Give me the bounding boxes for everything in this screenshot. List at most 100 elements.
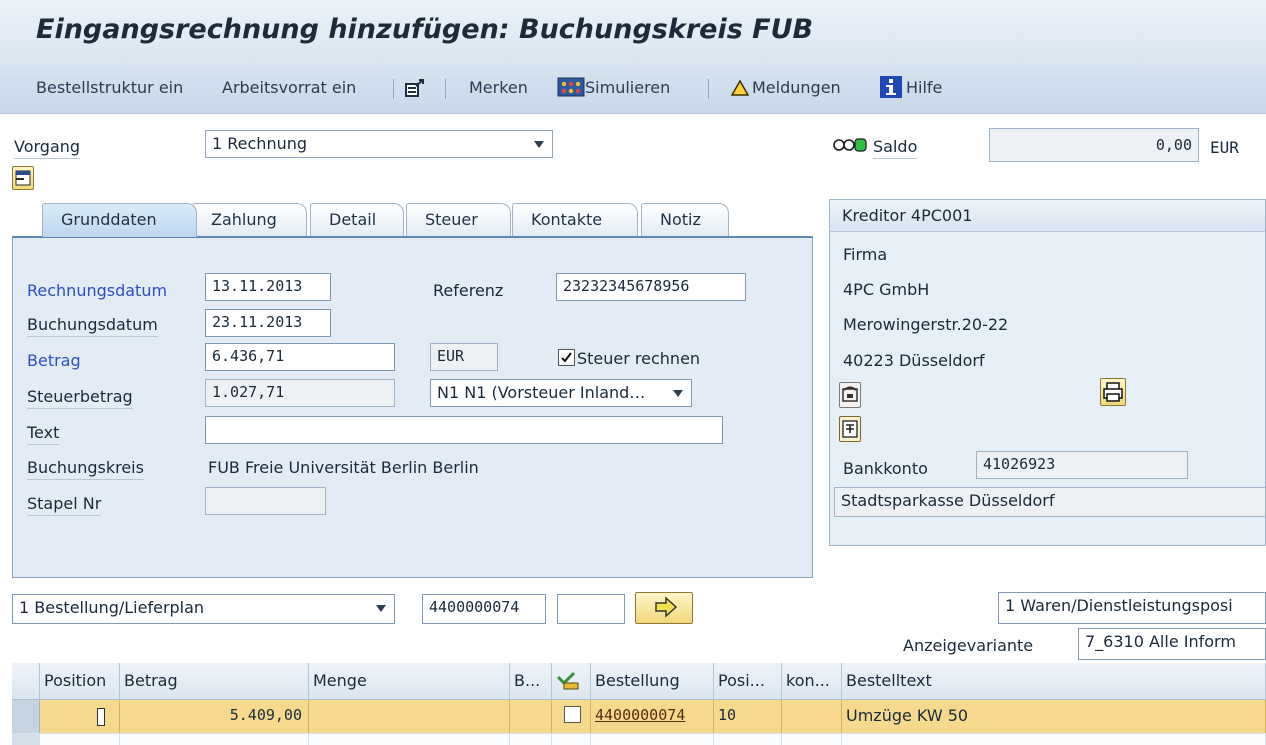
column-header-posi[interactable]: Posi... [714, 663, 782, 700]
referenzbeleg-type-select[interactable]: 1 Bestellung/Lieferplan [12, 594, 395, 624]
stapel-label: Stapel Nr [27, 494, 102, 516]
printer-icon[interactable] [1100, 378, 1126, 406]
steuer-rechnen-label: Steuer rechnen [577, 349, 701, 368]
application-toolbar: Bestellstruktur ein Arbeitsvorrat ein Me… [0, 66, 1266, 114]
table-cell-menge[interactable] [309, 700, 510, 733]
fax-icon[interactable] [839, 416, 861, 442]
meldungen-button[interactable]: Meldungen [752, 78, 841, 97]
vorgang-label: Vorgang [14, 137, 81, 159]
table-cell-empty[interactable] [309, 733, 510, 745]
chevron-down-icon[interactable] [534, 141, 544, 148]
column-header-position[interactable]: Position [40, 663, 120, 700]
bestellstruktur-button[interactable]: Bestellstruktur ein [36, 78, 183, 97]
saldo-currency: EUR [1210, 138, 1239, 157]
vendor-name: 4PC GmbH [843, 280, 930, 299]
checkmark-icon [561, 352, 572, 363]
steuerkennzeichen-value: N1 N1 (Vorsteuer Inland… [437, 383, 646, 402]
table-cell-empty[interactable] [510, 733, 552, 745]
steuerbetrag-label: Steuerbetrag [27, 387, 133, 409]
arrow-right-icon [655, 596, 678, 618]
column-header-check[interactable] [552, 663, 591, 700]
column-header-bestellung[interactable]: Bestellung [591, 663, 714, 700]
kreditor-header: Kreditor 4PC001 [830, 200, 1265, 232]
toolbar-separator [393, 79, 394, 99]
anzeigevariante-label: Anzeigevariante [903, 636, 1034, 655]
table-cell-position[interactable] [40, 700, 120, 733]
column-header-kon[interactable]: kon... [782, 663, 842, 700]
column-header-bestelltext[interactable]: Bestelltext [842, 663, 1266, 700]
saldo-field: 0,00 [989, 128, 1199, 162]
bankkonto-label: Bankkonto [843, 459, 928, 478]
saldo-label: Saldo [873, 137, 918, 159]
vorgang-select[interactable]: 1 Rechnung [205, 130, 553, 158]
table-cell-kon[interactable] [782, 700, 842, 733]
arbeitsvorrat-button[interactable]: Arbeitsvorrat ein [222, 78, 356, 97]
buchungskreis-value: FUB Freie Universität Berlin Berlin [208, 458, 479, 477]
title-bar: Eingangsrechnung hinzufügen: Buchungskre… [0, 0, 1266, 66]
merken-button[interactable]: Merken [469, 78, 528, 97]
tab-detail[interactable]: Detail [310, 203, 404, 237]
traffic-light-icon [833, 137, 867, 157]
tab-kontakte[interactable]: Kontakte [512, 203, 638, 237]
tab-notiz[interactable]: Notiz [641, 203, 729, 237]
column-header-betrag[interactable]: Betrag [120, 663, 309, 700]
simulate-icon[interactable] [557, 76, 585, 102]
doc-transfer-icon[interactable] [405, 77, 427, 103]
vendor-city: 40223 Düsseldorf [843, 351, 985, 370]
table-cell-empty[interactable] [714, 733, 782, 745]
bestellung-extra-field[interactable] [557, 594, 625, 624]
table-cell-empty[interactable] [782, 733, 842, 745]
chevron-down-icon[interactable] [376, 605, 386, 612]
referenz-field[interactable]: 23232345678956 [556, 273, 746, 301]
table-cell-betrag[interactable]: 5.409,00 [120, 700, 309, 733]
buchungsdatum-label: Buchungsdatum [27, 315, 158, 337]
simulieren-button[interactable]: Simulieren [585, 78, 670, 97]
hilfe-button[interactable]: Hilfe [906, 78, 942, 97]
warning-triangle-icon [730, 79, 750, 100]
toolbar-separator [708, 79, 709, 99]
bank-name-field: Stadtsparkasse Düsseldorf [834, 487, 1266, 517]
column-header-b[interactable]: B... [510, 663, 552, 700]
column-header-menge[interactable]: Menge [309, 663, 510, 700]
row-selector[interactable] [12, 733, 40, 745]
execute-button[interactable] [635, 592, 693, 624]
table-cell-check[interactable] [552, 700, 591, 733]
anzeigevariante-field[interactable]: 7_6310 Alle Inform [1078, 628, 1266, 660]
table-cell-bestelltext[interactable]: Umzüge KW 50 [842, 700, 1266, 733]
info-icon[interactable] [880, 76, 902, 102]
rechnungsdatum-field[interactable]: 13.11.2013 [205, 273, 331, 301]
text-field[interactable] [205, 416, 723, 444]
table-cell-empty[interactable] [591, 733, 714, 745]
table-cell-posi[interactable]: 10 [714, 700, 782, 733]
row-selector[interactable] [12, 700, 40, 733]
steuerbetrag-field: 1.027,71 [205, 379, 395, 407]
table-cell-b[interactable] [510, 700, 552, 733]
vendor-anrede: Firma [843, 245, 888, 264]
table-cell-empty[interactable] [552, 733, 591, 745]
phone-icon[interactable] [839, 382, 861, 408]
row-selector-header[interactable] [12, 663, 40, 700]
betrag-label: Betrag [27, 351, 81, 370]
row-checkbox[interactable] [564, 706, 581, 723]
bestellung-link[interactable]: 4400000074 [595, 706, 685, 724]
bestellnummer-field[interactable]: 4400000074 [422, 594, 546, 624]
referenzbeleg-type-value: 1 Bestellung/Lieferplan [19, 598, 205, 617]
positions-table: Position Betrag Menge B... Bestellung Po… [12, 663, 1266, 745]
folder-icon[interactable] [12, 166, 34, 190]
referenz-label: Referenz [433, 281, 504, 300]
table-cell-empty[interactable] [40, 733, 120, 745]
stapel-field [205, 487, 326, 515]
vorgang-select-value: 1 Rechnung [212, 134, 308, 153]
tab-grunddaten[interactable]: Grunddaten [42, 203, 197, 237]
tab-zahlung[interactable]: Zahlung [192, 203, 307, 237]
table-cell-empty[interactable] [120, 733, 309, 745]
chevron-down-icon[interactable] [673, 390, 683, 397]
betrag-field[interactable]: 6.436,71 [205, 343, 395, 371]
steuerkennzeichen-select[interactable]: N1 N1 (Vorsteuer Inland… [430, 379, 692, 407]
text-label: Text [27, 423, 60, 445]
buchungsdatum-field[interactable]: 23.11.2013 [205, 309, 331, 337]
table-cell-empty[interactable] [842, 733, 1266, 745]
steuer-rechnen-checkbox[interactable] [558, 349, 575, 366]
tab-steuer[interactable]: Steuer [406, 203, 511, 237]
table-cell-bestellung[interactable]: 4400000074 [591, 700, 714, 733]
